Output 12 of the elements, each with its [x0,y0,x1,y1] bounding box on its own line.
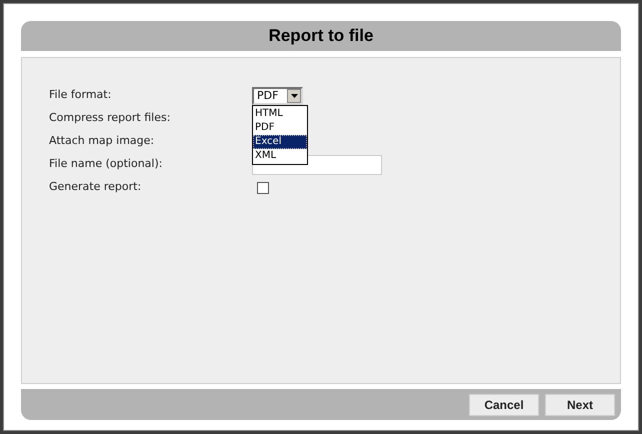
select-value: PDF [256,90,280,101]
field-label: Generate report: [49,179,142,196]
dialog-button[interactable]: Next [545,394,615,416]
dropdown-option[interactable]: Excel [253,134,307,148]
dialog-title: Report to file [268,25,374,48]
field-label: File format: [49,87,112,104]
field-label: File name (optional): [49,156,164,172]
field-label: Attach map image: [49,133,156,150]
generate-report-checkbox[interactable] [257,182,269,194]
dialog-button[interactable]: Cancel [469,394,539,416]
file-format-select[interactable]: PDF [252,86,303,104]
field-label: Compress report files: [49,110,172,126]
